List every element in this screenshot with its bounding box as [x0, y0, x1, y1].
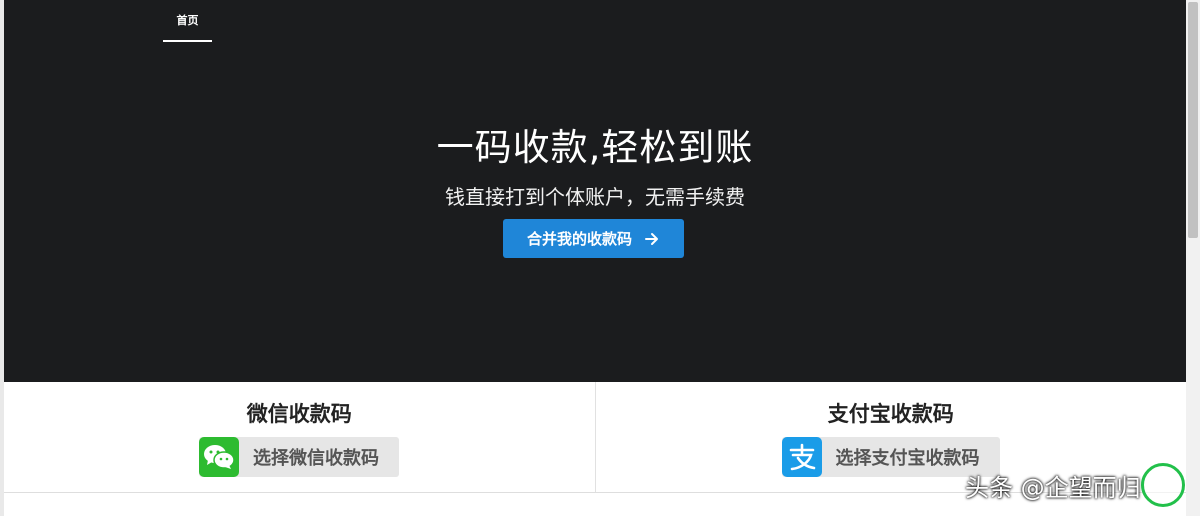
select-wechat-qr-label: 选择微信收款码: [253, 448, 379, 469]
select-wechat-qr-button[interactable]: 选择微信收款码: [199, 437, 399, 477]
wechat-icon: [199, 437, 239, 477]
merge-qr-button-label: 合并我的收款码: [526, 230, 632, 248]
vertical-scrollbar[interactable]: [1186, 0, 1200, 516]
tab-home[interactable]: 首页: [163, 0, 212, 42]
wechat-card-title: 微信收款码: [246, 402, 352, 426]
scrollbar-thumb[interactable]: [1188, 2, 1198, 238]
alipay-icon: [781, 437, 822, 477]
watermark-badge-icon: [1141, 463, 1185, 507]
hero-title: 一码收款,轻松到账: [436, 126, 754, 169]
merge-qr-button[interactable]: 合并我的收款码: [503, 219, 684, 258]
hero-section: 首页 一码收款,轻松到账 钱直接打到个体账户，无需手续费 合并我的收款码: [4, 0, 1186, 382]
alipay-card-title: 支付宝收款码: [827, 402, 954, 426]
select-alipay-qr-label: 选择支付宝收款码: [835, 448, 980, 469]
arrow-right-icon: [645, 232, 658, 245]
wechat-card: 微信收款码 选择微信收款码: [4, 382, 596, 492]
watermark-text: 头条 @企望而归: [965, 474, 1141, 502]
hero-subtitle: 钱直接打到个体账户，无需手续费: [445, 185, 745, 209]
